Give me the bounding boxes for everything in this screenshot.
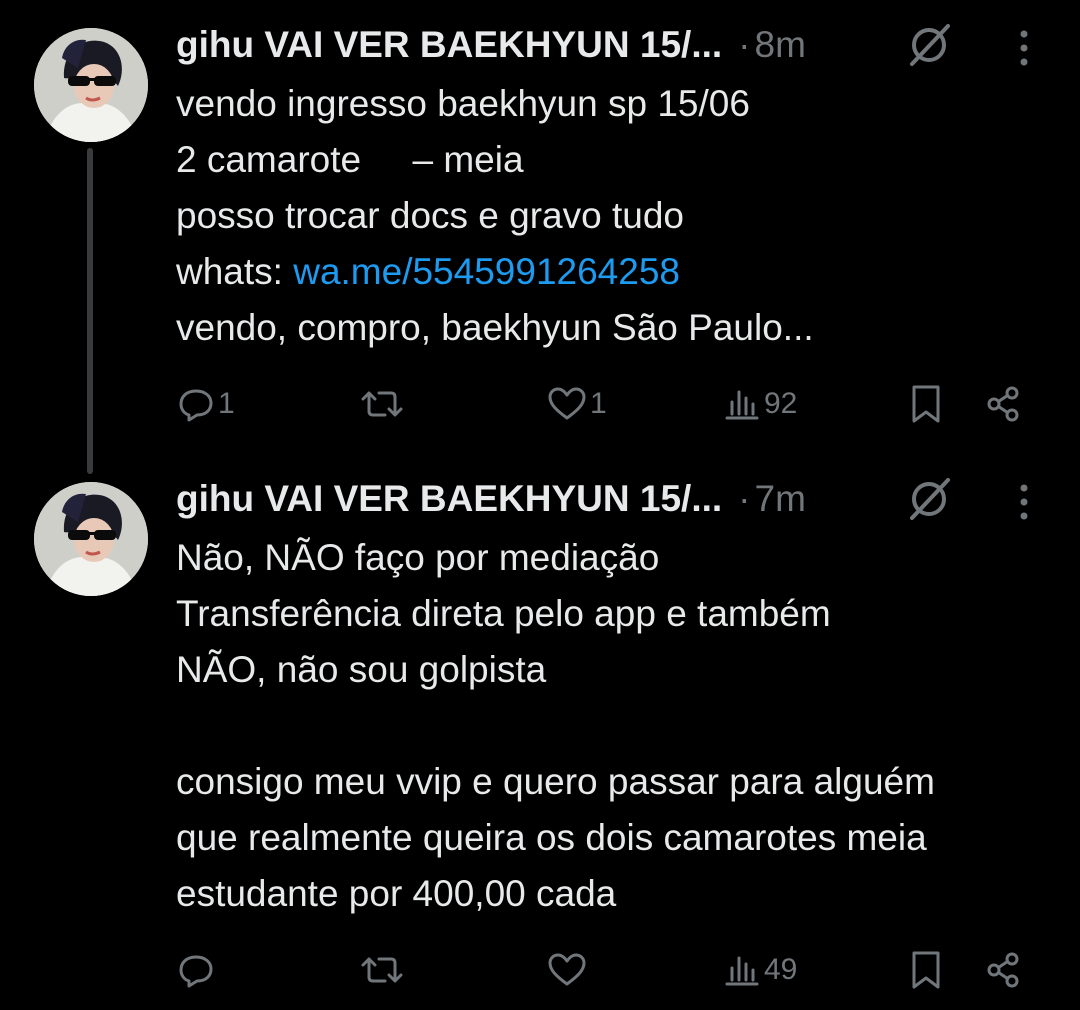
tweet-text: Não, NÃO faço por mediação Transferência…: [176, 530, 1060, 922]
share-icon: [984, 950, 1024, 990]
separator: ·: [738, 24, 751, 65]
bookmark-icon: [906, 949, 946, 991]
text-line: Transferência direta pelo app e também: [176, 593, 831, 634]
avatar[interactable]: [34, 28, 148, 142]
reply-button[interactable]: 1: [176, 378, 235, 430]
repost-button[interactable]: [360, 944, 406, 996]
tweet-text: vendo ingresso baekhyun sp 15/06 2 camar…: [176, 76, 1060, 356]
heart-icon: [546, 384, 588, 424]
text-line: Não, NÃO faço por mediação: [176, 537, 660, 578]
share-button[interactable]: [984, 378, 1024, 430]
text-line: estudante por 400,00 cada: [176, 873, 617, 914]
author-name[interactable]: gihu VAI VER BAEKHYUN 15/...: [176, 478, 722, 520]
views-icon: [722, 384, 762, 424]
repost-icon: [360, 950, 404, 990]
text-line: whats: wa.me/5545991264258: [176, 244, 1060, 300]
avatar[interactable]: [34, 482, 148, 596]
text-line: posso trocar docs e gravo tudo: [176, 195, 685, 236]
text-line: consigo meu vvip e quero passar para alg…: [176, 761, 935, 802]
action-bar: 49: [0, 944, 1080, 996]
text-prefix: whats:: [176, 251, 294, 292]
like-button[interactable]: 1: [546, 378, 607, 430]
text-line: vendo, compro, baekhyun São Paulo...: [176, 307, 814, 348]
reply-icon: [176, 384, 216, 424]
more-icon[interactable]: [1004, 474, 1044, 524]
reply-count: 1: [218, 387, 235, 420]
timestamp[interactable]: 7m: [755, 478, 806, 520]
text-line: que realmente queira os dois camarotes m…: [176, 817, 927, 858]
views-button[interactable]: 92: [722, 378, 797, 430]
whatsapp-link[interactable]: wa.me/5545991264258: [293, 251, 680, 292]
view-count: 92: [764, 387, 798, 420]
separator: ·: [738, 478, 751, 519]
repost-icon: [360, 384, 404, 424]
grok-icon[interactable]: [904, 474, 954, 524]
bookmark-icon: [906, 383, 946, 425]
text-line: 2 camarote – meia: [176, 139, 524, 180]
share-button[interactable]: [984, 944, 1024, 996]
tweet[interactable]: gihu VAI VER BAEKHYUN 15/... · 7m Não, N…: [0, 470, 1080, 1010]
bookmark-button[interactable]: [906, 944, 946, 996]
like-count: 1: [590, 387, 607, 420]
author-name[interactable]: gihu VAI VER BAEKHYUN 15/...: [176, 24, 722, 66]
grok-icon[interactable]: [904, 20, 954, 70]
share-icon: [984, 384, 1024, 424]
views-button[interactable]: 49: [722, 944, 797, 996]
text-line: NÃO, não sou golpista: [176, 649, 547, 690]
repost-button[interactable]: [360, 378, 406, 430]
like-button[interactable]: [546, 944, 590, 996]
more-icon[interactable]: [1004, 20, 1044, 70]
timestamp[interactable]: 8m: [755, 24, 806, 66]
reply-icon: [176, 950, 216, 990]
text-line: vendo ingresso baekhyun sp 15/06: [176, 83, 750, 124]
action-bar: 1 1 92: [0, 378, 1080, 430]
bookmark-button[interactable]: [906, 378, 946, 430]
view-count: 49: [764, 953, 798, 986]
heart-icon: [546, 950, 588, 990]
views-icon: [722, 950, 762, 990]
tweet[interactable]: gihu VAI VER BAEKHYUN 15/... · 8m vendo …: [0, 0, 1080, 474]
reply-button[interactable]: [176, 944, 218, 996]
